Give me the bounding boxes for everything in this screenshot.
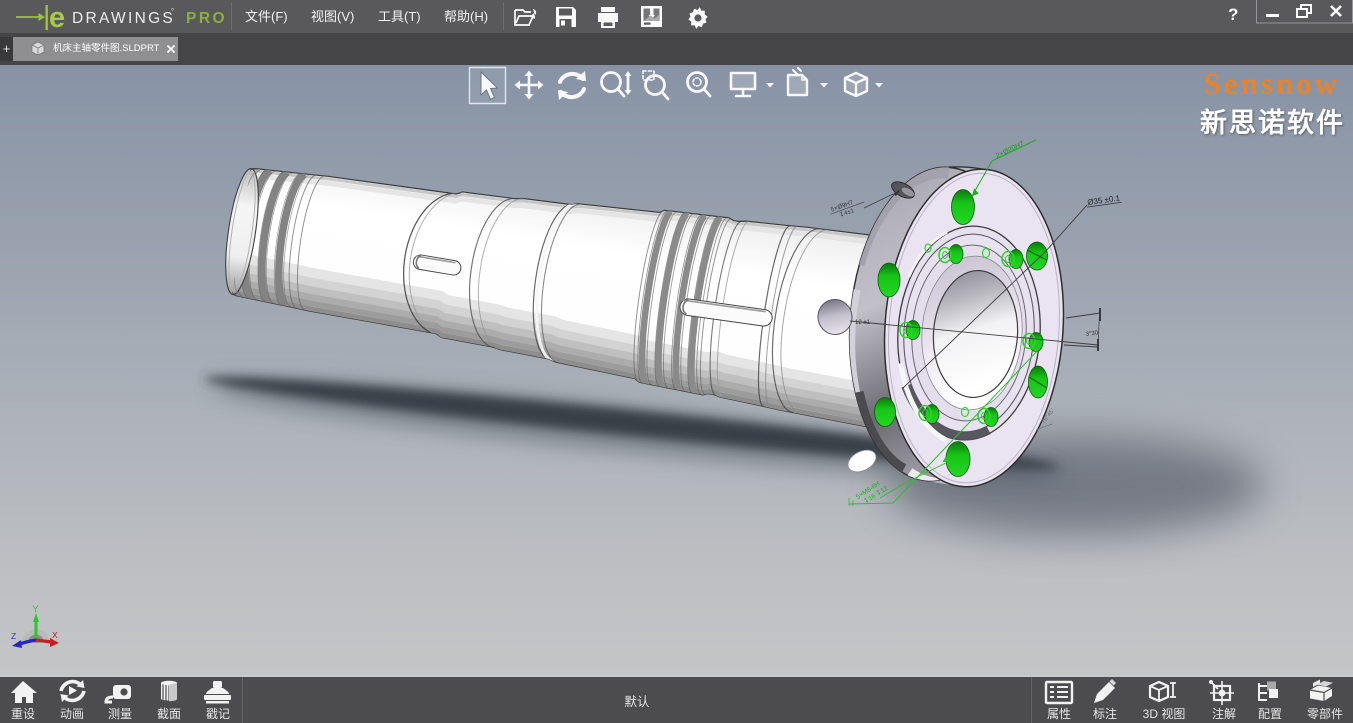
svg-text:戳记: 戳记 [206,707,230,721]
svg-text:Y: Y [33,604,39,614]
svg-text:Z: Z [11,631,16,641]
svg-text:零部件: 零部件 [1307,706,1343,721]
svg-text:截面: 截面 [157,707,181,721]
svg-text:重设: 重设 [11,707,35,721]
svg-text:配置: 配置 [1258,707,1282,721]
svg-text:PRO: PRO [186,10,227,27]
svg-text:默认: 默认 [624,694,650,709]
svg-text:°: ° [171,7,174,16]
svg-text:注解: 注解 [1212,706,1236,721]
svg-text:属性: 属性 [1047,707,1071,721]
svg-text:测量: 测量 [108,707,132,721]
svg-text:3D 视图: 3D 视图 [1143,706,1186,721]
svg-text:e: e [49,4,65,30]
svg-text:动画: 动画 [60,707,84,721]
svg-text:标注: 标注 [1093,706,1117,721]
svg-text:12 ±1: 12 ±1 [855,320,871,326]
svg-text:X: X [52,630,58,640]
svg-text:DRAWINGS: DRAWINGS [72,10,175,27]
